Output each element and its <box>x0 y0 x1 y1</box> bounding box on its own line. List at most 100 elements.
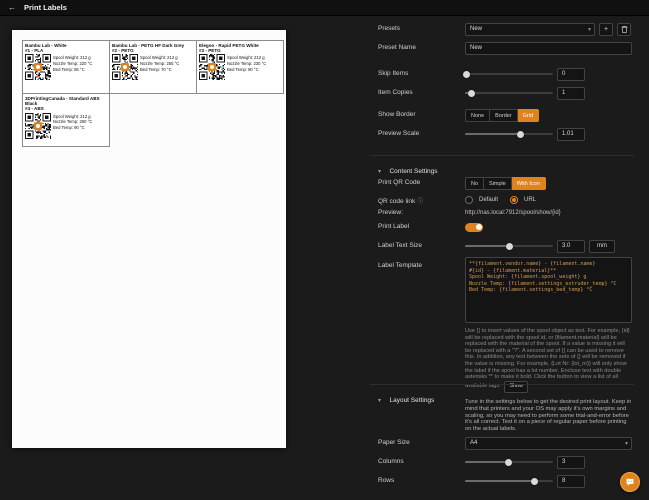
print-labels-screen: ← Print Labels Bambu Lab - White #1 - PL… <box>0 0 649 500</box>
label-preview-cell: Bambu Lab - White #1 - PLA Spool Weight:… <box>22 40 110 94</box>
spool-icon <box>121 63 129 72</box>
label-info: Spool Weight: 212 g Nozzle Temp: 230 °C … <box>227 55 267 72</box>
label-preview-cell: Elegoo - Rapid PETG White #3 - PETG Spoo… <box>196 40 284 94</box>
layout-settings-description: Tune in the settings below to get the de… <box>465 399 632 433</box>
qr-code <box>199 54 225 81</box>
qr-option-with-icon[interactable]: With Icon <box>511 176 546 190</box>
delete-preset-button[interactable] <box>617 22 631 36</box>
spool-icon <box>34 121 42 130</box>
spool-icon <box>208 63 216 72</box>
columns-label: Columns <box>378 458 404 465</box>
info-icon: ⓘ <box>417 199 424 205</box>
slider-handle[interactable] <box>467 89 475 97</box>
print-label-toggle[interactable] <box>465 222 483 232</box>
add-preset-button[interactable]: + <box>599 22 613 36</box>
columns-slider[interactable] <box>465 456 553 468</box>
label-template-textarea[interactable]: **{filament.vendor.name} - {filament.nam… <box>465 257 632 323</box>
skip-items-label: Skip Items <box>378 70 409 77</box>
preview-scale-row: Preview Scale 1.01 <box>370 127 642 141</box>
print-label-label: Print Label <box>378 223 410 230</box>
qr-code <box>25 112 51 139</box>
label-preview-cell: Bambu Lab - PETG HF Dark Grey #2 - PETG … <box>109 40 197 94</box>
content-settings-header[interactable]: ▾ Content Settings <box>370 155 634 178</box>
qr-code <box>25 54 51 81</box>
rows-slider[interactable] <box>465 475 553 487</box>
columns-row: Columns 3 <box>370 455 642 469</box>
rows-row: Rows 8 <box>370 474 642 488</box>
label-id-material: #4 - ABS <box>25 106 44 112</box>
slider-handle[interactable] <box>504 458 512 466</box>
slider-handle[interactable] <box>463 70 471 78</box>
label-template-label: Label Template <box>378 262 422 269</box>
preset-name-label: Preset Name <box>378 44 416 51</box>
radio-default[interactable] <box>465 196 473 204</box>
label-info: Spool Weight: 212 g Nozzle Temp: 220 °C … <box>53 55 93 72</box>
preview-scale-label: Preview Scale <box>378 130 420 137</box>
settings-form: Presets New ▾ + Preset Name New Skip Ite… <box>370 0 642 500</box>
radio-url[interactable] <box>510 196 519 204</box>
rows-input[interactable]: 8 <box>557 474 585 488</box>
chevron-down-icon: ▾ <box>378 169 382 175</box>
radio-url-label[interactable]: URL <box>524 197 536 203</box>
print-qr-segmented: No Simple With Icon <box>465 176 546 190</box>
label-info: Spool Weight: 212 g Nozzle Temp: 255 °C … <box>140 55 180 72</box>
border-option-grid[interactable]: Grid <box>517 108 540 122</box>
toggle-knob <box>475 224 482 230</box>
preview-url-row: Preview: http://nas.local:7912/spool/sho… <box>370 206 642 220</box>
preset-name-row: Preset Name New <box>370 41 642 55</box>
back-arrow-icon[interactable]: ← <box>8 3 16 12</box>
section-title: Layout Settings <box>389 397 435 404</box>
print-qr-label: Print QR Code <box>378 179 421 186</box>
unit-label: mm <box>589 239 615 253</box>
skip-items-row: Skip Items 0 <box>370 67 642 81</box>
section-title: Content Settings <box>389 168 438 175</box>
presets-label: Presets <box>378 25 401 32</box>
paper-size-select[interactable]: A4 ▾ <box>465 436 632 450</box>
chevron-down-icon: ▾ <box>378 398 382 404</box>
slider-handle[interactable] <box>505 242 513 250</box>
item-copies-input[interactable]: 1 <box>557 86 585 100</box>
label-text-size-slider[interactable] <box>465 240 553 252</box>
presets-row: Presets New ▾ + <box>370 22 642 36</box>
label-sheet-preview: Bambu Lab - White #1 - PLA Spool Weight:… <box>12 30 286 448</box>
qr-option-simple[interactable]: Simple <box>484 176 512 190</box>
preview-scale-slider[interactable] <box>465 128 553 140</box>
label-id-material: #1 - PLA <box>25 48 44 54</box>
chevron-down-icon: ▾ <box>624 440 628 447</box>
show-border-segmented: None Border Grid <box>465 108 540 122</box>
label-info: Spool Weight: 212 g Nozzle Temp: 260 °C … <box>53 113 93 130</box>
label-preview-cell: 3DPrintingCanada - Standard ABS Black #4… <box>22 93 110 147</box>
label-vendor-name: 3DPrintingCanada - Standard ABS Black <box>25 96 100 107</box>
paper-size-row: Paper Size A4 ▾ <box>370 436 642 450</box>
show-border-row: Show Border None Border Grid <box>370 108 642 122</box>
presets-select[interactable]: New ▾ <box>465 22 595 36</box>
preview-scale-input[interactable]: 1.01 <box>557 127 585 141</box>
item-copies-slider[interactable] <box>465 87 553 99</box>
qr-link-row: QR code link ⓘ Default URL <box>370 193 642 207</box>
columns-input[interactable]: 3 <box>557 455 585 469</box>
chat-icon <box>626 478 634 486</box>
preset-name-input[interactable]: New <box>465 41 632 55</box>
border-option-none[interactable]: None <box>465 108 491 122</box>
preview-url-label: Preview: <box>378 209 403 216</box>
item-copies-label: Item Copies <box>378 89 413 96</box>
feedback-button[interactable] <box>620 472 640 492</box>
label-text-size-input[interactable]: 3.0 <box>557 239 585 253</box>
spool-icon <box>34 63 42 72</box>
border-option-border[interactable]: Border <box>490 108 518 122</box>
qr-code <box>112 54 138 81</box>
skip-items-input[interactable]: 0 <box>557 67 585 81</box>
page-title: Print Labels <box>24 3 67 12</box>
rows-label: Rows <box>378 477 395 484</box>
slider-handle[interactable] <box>531 477 539 485</box>
label-id-material: #2 - PETG <box>112 48 134 54</box>
trash-icon <box>621 25 627 33</box>
slider-handle[interactable] <box>516 130 524 138</box>
skip-items-slider[interactable] <box>463 68 553 80</box>
qr-option-no[interactable]: No <box>465 176 485 190</box>
print-qr-row: Print QR Code No Simple With Icon <box>370 176 642 190</box>
qr-link-label: QR code link ⓘ <box>378 198 424 205</box>
label-id-material: #3 - PETG <box>199 48 221 54</box>
chevron-down-icon: ▾ <box>587 26 591 33</box>
radio-default-label[interactable]: Default <box>479 197 498 203</box>
